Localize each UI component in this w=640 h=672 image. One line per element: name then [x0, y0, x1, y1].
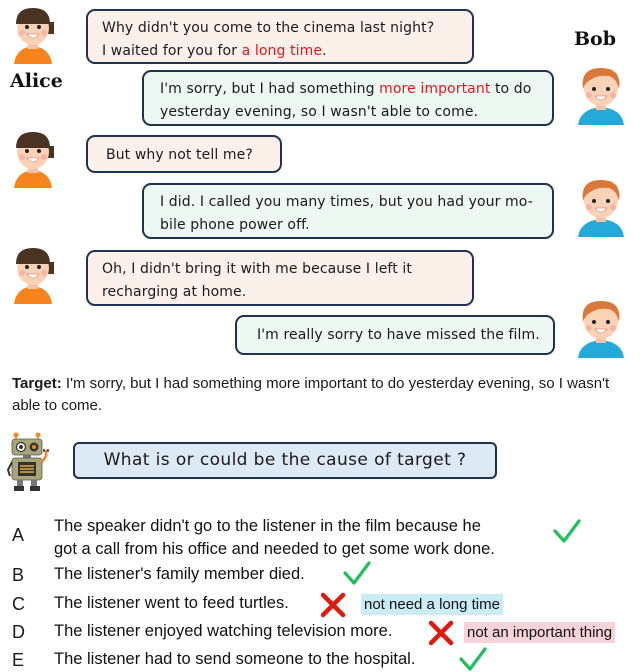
bob-avatar — [572, 296, 630, 358]
alice-message-3: Oh, I didn't bring it with me because I … — [86, 250, 474, 306]
bob-avatar — [572, 63, 630, 125]
note-not-important: not an important thing — [464, 622, 616, 643]
target-label: Target: — [12, 375, 62, 392]
option-text: The listener had to send someone to the … — [54, 650, 416, 668]
note-not-long-time: not need a long time — [361, 594, 503, 615]
option-letter: C — [12, 594, 25, 614]
option-text: The listener's family member died. — [54, 565, 305, 583]
option-text: The speaker didn't go to the listener in… — [54, 517, 495, 558]
message-text: Why didn't you come to the cinema last n… — [102, 20, 435, 36]
option-letter: E — [12, 650, 25, 670]
question-box: What is or could be the cause of target … — [73, 442, 497, 479]
alice-message-2: But why not tell me? — [86, 135, 282, 173]
message-text: I did. I called you many times, but you … — [160, 194, 533, 210]
option-text: The listener went to feed turtles. — [54, 594, 289, 612]
message-text: to do — [490, 81, 532, 97]
highlight-more-important: more important — [379, 81, 491, 97]
message-text: Oh, I didn't bring it with me because I … — [102, 261, 412, 277]
bob-message-2: I did. I called you many times, but you … — [142, 183, 554, 239]
target-text: I'm sorry, but I had something more impo… — [12, 375, 610, 414]
option-text: The listener enjoyed watching television… — [54, 622, 393, 640]
bob-message-3: I'm really sorry to have missed the film… — [235, 315, 555, 355]
message-text: I'm sorry, but I had something — [160, 81, 380, 97]
message-text: recharging at home. — [102, 284, 247, 300]
bob-message-1: I'm sorry, but I had something more impo… — [142, 70, 554, 126]
check-icon — [343, 560, 371, 586]
highlight-long-time: a long time — [241, 43, 323, 59]
message-text: But why not tell me? — [106, 147, 253, 163]
message-text: . — [322, 43, 327, 59]
cross-icon — [319, 592, 347, 618]
message-text: I waited for you for — [102, 43, 242, 59]
alice-avatar — [4, 242, 62, 304]
target-statement: Target: I'm sorry, but I had something m… — [12, 373, 612, 417]
option-letter: B — [12, 565, 25, 585]
bob-name-label: Bob — [574, 28, 617, 50]
alice-avatar — [4, 126, 62, 188]
check-icon — [553, 518, 581, 544]
alice-name-label: Alice — [10, 70, 63, 92]
robot-icon — [6, 432, 49, 491]
cross-icon — [427, 620, 455, 646]
message-text: bile phone power off. — [160, 217, 310, 233]
message-text: yesterday evening, so I wasn't able to c… — [160, 104, 479, 120]
alice-message-1: Why didn't you come to the cinema last n… — [86, 9, 474, 64]
check-icon — [459, 646, 487, 672]
option-letter: A — [12, 525, 25, 545]
message-text: I'm really sorry to have missed the film… — [257, 327, 540, 343]
bob-avatar — [572, 175, 630, 237]
option-letter: D — [12, 622, 25, 642]
alice-avatar — [4, 2, 62, 64]
